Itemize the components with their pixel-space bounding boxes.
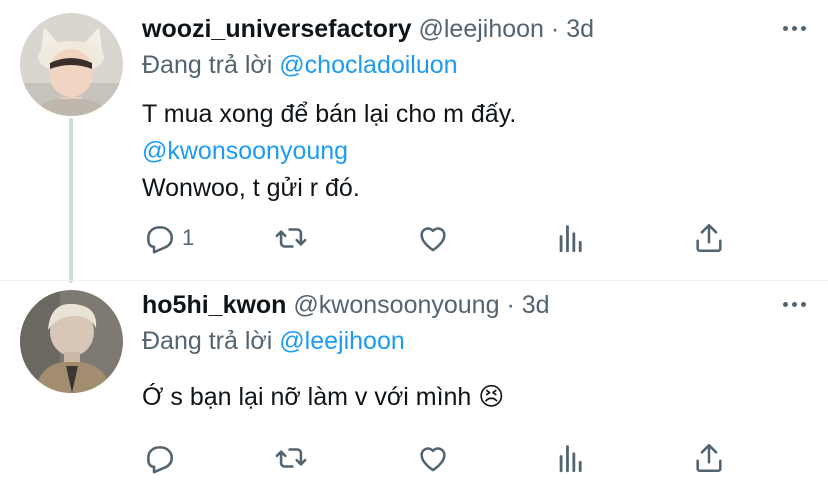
- share-icon: [696, 443, 722, 473]
- replying-to: Đang trả lời @leejihoon: [142, 324, 405, 358]
- tweet[interactable]: ho5hi_kwon @kwonsoonyoung · 3d Đang trả …: [0, 280, 828, 493]
- replying-to: Đang trả lời @chocladoiluon: [142, 48, 458, 82]
- share-button[interactable]: [692, 218, 726, 258]
- replying-mention-link[interactable]: @leejihoon: [279, 327, 404, 355]
- replying-prefix: Đang trả lời: [142, 51, 273, 79]
- like-icon: [420, 227, 446, 252]
- action-bar: [142, 438, 732, 478]
- display-name[interactable]: woozi_universefactory: [142, 15, 412, 43]
- stats-button[interactable]: [554, 218, 588, 258]
- stats-icon: [559, 225, 582, 253]
- user-handle[interactable]: @kwonsoonyoung: [293, 291, 499, 319]
- separator-dot: ·: [550, 15, 560, 43]
- stats-button[interactable]: [554, 438, 588, 478]
- avatar-photo-icon: [20, 13, 123, 116]
- tweet-text-line: T mua xong để bán lại cho m đấy.: [142, 100, 517, 128]
- reply-button[interactable]: 1: [142, 218, 194, 258]
- reply-icon: [147, 446, 174, 474]
- more-icon[interactable]: [783, 302, 806, 307]
- reply-count: 1: [182, 225, 195, 250]
- retweet-icon: [275, 448, 307, 468]
- timestamp[interactable]: 3d: [522, 291, 550, 319]
- like-button[interactable]: [416, 438, 450, 478]
- more-icon[interactable]: [783, 26, 806, 31]
- share-icon: [696, 223, 722, 253]
- reply-icon: [147, 226, 174, 254]
- tweet-text: Ớ s bạn lại nỡ làm v với mình 😣: [142, 379, 504, 416]
- like-button[interactable]: [416, 218, 450, 258]
- avatar[interactable]: [20, 13, 123, 116]
- share-button[interactable]: [692, 438, 726, 478]
- user-handle[interactable]: @leejihoon: [418, 15, 543, 43]
- avatar[interactable]: [20, 290, 123, 393]
- retweet-button[interactable]: [274, 218, 308, 258]
- retweet-icon: [275, 228, 307, 248]
- tweet-text: T mua xong để bán lại cho m đấy. @kwonso…: [142, 96, 516, 207]
- timestamp[interactable]: 3d: [566, 15, 594, 43]
- tweet[interactable]: woozi_universefactory @leejihoon · 3d Đa…: [0, 0, 828, 283]
- separator-dot: ·: [506, 291, 515, 319]
- tweet-text-line: Wonwoo, t gửi r đó.: [142, 174, 360, 202]
- replying-mention-link[interactable]: @chocladoiluon: [279, 51, 457, 79]
- thread-connector-line: [69, 118, 73, 283]
- replying-prefix: Đang trả lời: [142, 327, 273, 355]
- reply-button[interactable]: [142, 438, 182, 478]
- mention-link[interactable]: @kwonsoonyoung: [142, 133, 516, 170]
- retweet-button[interactable]: [274, 438, 308, 478]
- tweet-text-line: Ớ s bạn lại nỡ làm v với mình 😣: [142, 383, 505, 411]
- like-icon: [420, 447, 446, 472]
- avatar-photo-icon: [20, 290, 123, 393]
- stats-icon: [559, 445, 582, 473]
- display-name[interactable]: ho5hi_kwon: [142, 291, 286, 319]
- action-bar: 1: [142, 218, 732, 258]
